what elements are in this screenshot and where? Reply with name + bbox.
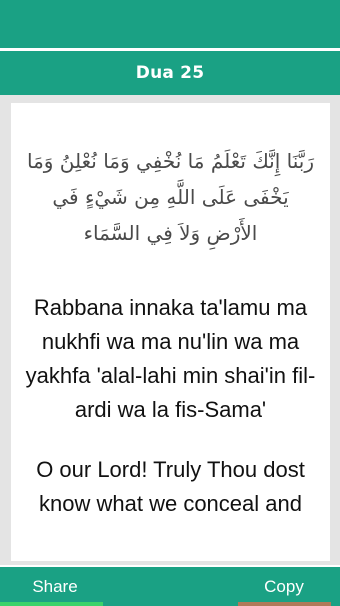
share-indicator bbox=[0, 602, 103, 606]
dua-title-bar: Dua 25 bbox=[0, 51, 340, 95]
page-title: Dua 25 bbox=[135, 63, 205, 83]
translation-line-1: O our Lord! Truly Thou dost bbox=[36, 457, 305, 482]
copy-button-label: Copy bbox=[264, 576, 304, 596]
dua-card[interactable]: رَبَّنَا إِنَّكَ تَعْلَمُ مَا نُخْفِي وَ… bbox=[11, 103, 330, 561]
translation-line-2: know what we conceal and bbox=[39, 491, 302, 516]
app-bar bbox=[0, 0, 340, 48]
copy-button[interactable]: Copy bbox=[228, 567, 340, 606]
arabic-text: رَبَّنَا إِنَّكَ تَعْلَمُ مَا نُخْفِي وَ… bbox=[26, 149, 315, 245]
bottom-action-bar: Share Copy bbox=[0, 567, 340, 606]
content-area[interactable]: رَبَّنَا إِنَّكَ تَعْلَمُ مَا نُخْفِي وَ… bbox=[0, 95, 340, 565]
transliteration-text: Rabbana innaka ta'lamu ma nukhfi wa ma n… bbox=[25, 295, 316, 422]
share-button[interactable]: Share bbox=[0, 567, 110, 606]
translation-text: O our Lord! Truly Thou dost know what we… bbox=[11, 453, 330, 521]
copy-indicator bbox=[238, 602, 331, 606]
share-button-label: Share bbox=[32, 576, 78, 596]
